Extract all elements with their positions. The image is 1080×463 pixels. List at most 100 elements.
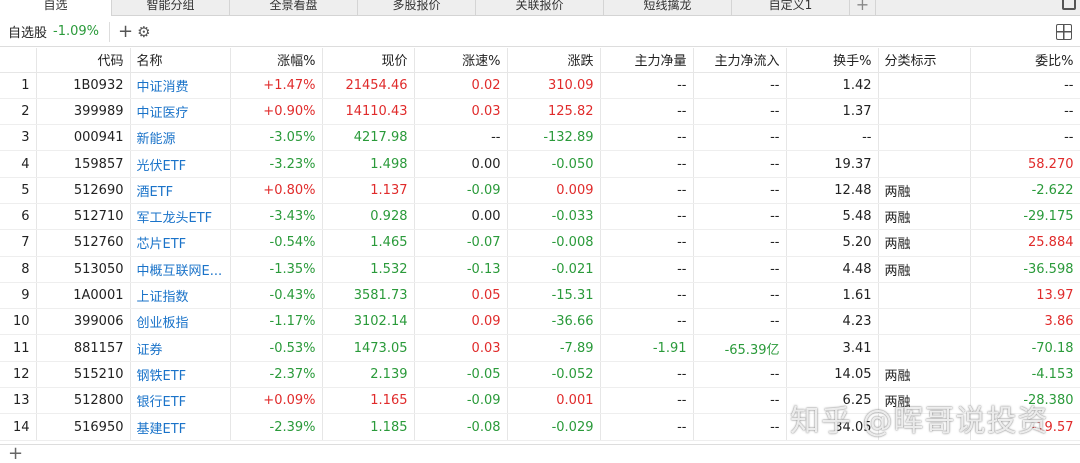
column-header-net-vol[interactable]: 主力净量: [600, 48, 694, 73]
tab-1[interactable]: 自选: [0, 0, 112, 16]
add-tab-icon[interactable]: +: [850, 0, 876, 16]
stock-name: 军工龙头ETF: [130, 203, 231, 231]
category-tag: [878, 124, 971, 152]
change: 0.009: [507, 177, 601, 204]
bid-ratio: --: [970, 72, 1080, 99]
stock-code: 512690: [36, 177, 131, 204]
column-header-change[interactable]: 涨跌: [507, 48, 601, 73]
tab-4[interactable]: 多股报价: [358, 0, 476, 16]
price: 3102.14: [322, 308, 415, 336]
column-header-index[interactable]: [0, 48, 37, 73]
bid-ratio: 13.97: [970, 282, 1080, 310]
bid-ratio: -19.57: [970, 413, 1080, 441]
table-row[interactable]: 5 512690 酒ETF +0.80% 1.137 -0.09 0.009 -- -- 12.4…: [0, 177, 1080, 204]
grid-layout-icon[interactable]: [1056, 24, 1072, 40]
bid-ratio: 3.86: [970, 308, 1080, 336]
change: 0.001: [507, 387, 601, 415]
column-header-ratio[interactable]: 委比%: [970, 48, 1080, 73]
table-row[interactable]: 9 1A0001 上证指数 -0.43% 3581.73 0.05 -15.31 -- -- 1.…: [0, 282, 1080, 310]
net-volume: --: [600, 229, 694, 257]
category-tag: [878, 308, 971, 336]
turnover: 5.48: [786, 203, 879, 231]
column-header-name[interactable]: 名称: [130, 48, 231, 73]
table-row[interactable]: 14 516950 基建ETF -2.39% 1.185 -0.08 -0.029 -- -- 3…: [0, 413, 1080, 441]
tab-3[interactable]: 全景看盘: [230, 0, 358, 16]
net-volume: --: [600, 150, 694, 178]
toolbar-divider: [109, 21, 111, 42]
watchlist-toolbar: 自选股 -1.09% + ⚙: [0, 17, 1080, 47]
tab-5[interactable]: 关联报价: [476, 0, 604, 16]
bid-ratio: -36.598: [970, 256, 1080, 283]
gear-icon[interactable]: ⚙: [137, 24, 150, 40]
category-tag: [878, 72, 971, 99]
stock-name: 芯片ETF: [130, 229, 231, 257]
stock-code: 512710: [36, 203, 131, 231]
change-pct: -0.43%: [230, 282, 323, 310]
category-tag: [878, 413, 971, 441]
tab-bar-spacer: [876, 0, 1058, 15]
net-inflow: --: [693, 124, 787, 152]
change: 125.82: [507, 98, 601, 126]
change: -0.029: [507, 413, 601, 441]
stock-code: 881157: [36, 334, 131, 362]
net-inflow: --: [693, 308, 787, 336]
column-header-speed[interactable]: 涨速%: [414, 48, 508, 73]
table-row[interactable]: 4 159857 光伏ETF -3.23% 1.498 0.00 -0.050 -- -- 19.…: [0, 150, 1080, 178]
group-name[interactable]: 自选股: [8, 22, 47, 41]
net-inflow: --: [693, 229, 787, 257]
tab-2[interactable]: 智能分组: [112, 0, 230, 16]
table-row[interactable]: 13 512800 银行ETF +0.09% 1.165 -0.09 0.001 -- -- 6.…: [0, 387, 1080, 415]
column-header-price[interactable]: 现价: [322, 48, 415, 73]
tab-6[interactable]: 短线擒龙: [604, 0, 732, 16]
stock-name: 钢铁ETF: [130, 361, 231, 389]
turnover: 6.25: [786, 387, 879, 415]
column-header-code[interactable]: 代码: [36, 48, 131, 73]
speed: 0.00: [414, 203, 508, 231]
table-row[interactable]: 7 512760 芯片ETF -0.54% 1.465 -0.07 -0.008 -- -- 5.…: [0, 229, 1080, 257]
tab-7[interactable]: 自定义1: [732, 0, 850, 16]
table-row[interactable]: 12 515210 钢铁ETF -2.37% 2.139 -0.05 -0.052 -- -- 1…: [0, 361, 1080, 389]
change-pct: -2.37%: [230, 361, 323, 389]
table-row[interactable]: 11 881157 证券 -0.53% 1473.05 0.03 -7.89 -1.91 -65…: [0, 334, 1080, 362]
speed: -0.13: [414, 256, 508, 283]
window-icon[interactable]: [1058, 0, 1080, 16]
table-row[interactable]: 6 512710 军工龙头ETF -3.43% 0.928 0.00 -0.033 -- -- 5…: [0, 203, 1080, 231]
table-row[interactable]: 10 399006 创业板指 -1.17% 3102.14 0.09 -36.66 -- -- 4…: [0, 308, 1080, 336]
bid-ratio: --: [970, 124, 1080, 152]
turnover: 1.37: [786, 98, 879, 126]
window-icon-frame: [1062, 0, 1076, 10]
change-pct: -0.54%: [230, 229, 323, 257]
table-row[interactable]: 3 000941 新能源 -3.05% 4217.98 -- -132.89 -- -- -- --: [0, 124, 1080, 152]
row-index: 12: [0, 361, 37, 389]
stock-code: 1A0001: [36, 282, 131, 310]
net-volume: --: [600, 308, 694, 336]
add-icon[interactable]: +: [118, 22, 133, 41]
table-header: 代码 名称 涨幅% 现价 涨速% 涨跌 主力净量 主力净流入 换手% 分类标示 委比%: [0, 48, 1080, 73]
change: -0.021: [507, 256, 601, 283]
table-row[interactable]: 2 399989 中证医疗 +0.90% 14110.43 0.03 125.82 -- -- 1…: [0, 98, 1080, 126]
table-row[interactable]: 8 513050 中概互联网E... -1.35% 1.532 -0.13 -0.021 --…: [0, 256, 1080, 283]
change-pct: -1.35%: [230, 256, 323, 283]
add-icon[interactable]: +: [8, 443, 23, 463]
turnover: 14.05: [786, 361, 879, 389]
row-index: 2: [0, 98, 37, 126]
change: -15.31: [507, 282, 601, 310]
price: 2.139: [322, 361, 415, 389]
change: -0.050: [507, 150, 601, 178]
change: -0.052: [507, 361, 601, 389]
column-header-tag[interactable]: 分类标示: [878, 48, 971, 73]
quote-table: 代码 名称 涨幅% 现价 涨速% 涨跌 主力净量 主力净流入 换手% 分类标示 委比% 1 1B093…: [0, 48, 1080, 441]
column-header-turnover[interactable]: 换手%: [786, 48, 879, 73]
net-inflow: --: [693, 361, 787, 389]
stock-code: 1B0932: [36, 72, 131, 99]
table-row[interactable]: 1 1B0932 中证消费 +1.47% 21454.46 0.02 310.09 -- -- 1…: [0, 72, 1080, 99]
column-header-pct[interactable]: 涨幅%: [230, 48, 323, 73]
category-tag: [878, 282, 971, 310]
column-header-net-flow[interactable]: 主力净流入: [693, 48, 787, 73]
net-volume: -1.91: [600, 334, 694, 362]
row-index: 14: [0, 413, 37, 441]
change: -36.66: [507, 308, 601, 336]
price: 1473.05: [322, 334, 415, 362]
stock-name: 中证消费: [130, 72, 231, 99]
change: -0.033: [507, 203, 601, 231]
